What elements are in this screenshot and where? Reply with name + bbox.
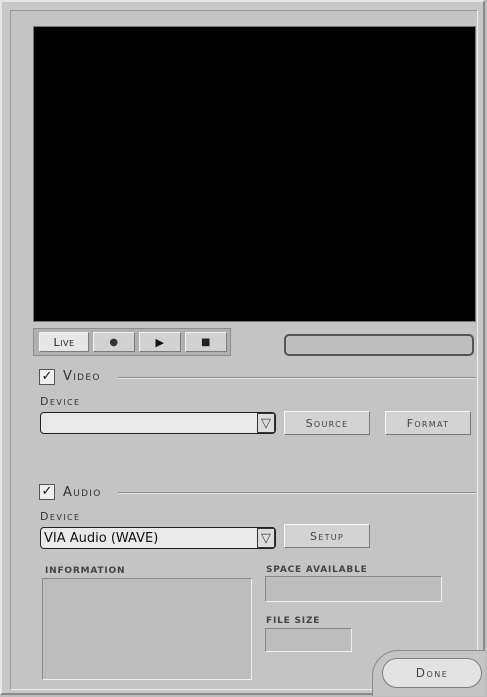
audio-device-value: VIA Audio (WAVE) xyxy=(44,530,159,546)
video-device-dropdown-icon[interactable]: ▽ xyxy=(257,413,275,433)
done-button[interactable]: Done xyxy=(382,658,482,688)
source-button[interactable]: Source xyxy=(284,411,370,435)
stop-button[interactable]: ■ xyxy=(185,332,227,352)
video-device-label: Device xyxy=(40,395,81,408)
information-label: INFORMATION xyxy=(45,566,126,576)
audio-device-label: Device xyxy=(40,510,81,523)
record-icon: ● xyxy=(109,336,119,348)
stop-icon: ■ xyxy=(201,336,211,348)
video-checkbox[interactable]: ✓ xyxy=(39,369,55,385)
play-button[interactable]: ▶ xyxy=(139,332,181,352)
video-section-title: Video xyxy=(63,369,101,384)
space-available-label: SPACE AVAILABLE xyxy=(266,565,368,575)
video-preview xyxy=(33,26,476,322)
audio-section-title: Audio xyxy=(63,485,102,500)
live-button[interactable]: Live xyxy=(39,332,89,352)
video-section-divider xyxy=(118,377,476,379)
transport-bar: Live ● ▶ ■ xyxy=(33,328,231,356)
audio-section-divider xyxy=(118,492,476,494)
setup-button[interactable]: Setup xyxy=(284,524,370,548)
audio-device-select[interactable]: VIA Audio (WAVE) xyxy=(40,527,276,549)
file-size-field xyxy=(265,628,352,652)
record-button[interactable]: ● xyxy=(93,332,135,352)
information-box xyxy=(42,578,252,680)
file-size-label: FILE SIZE xyxy=(266,616,321,626)
space-available-field xyxy=(265,576,442,602)
video-device-select[interactable] xyxy=(40,412,276,434)
audio-device-dropdown-icon[interactable]: ▽ xyxy=(257,528,275,548)
audio-checkbox[interactable]: ✓ xyxy=(39,484,55,500)
play-icon: ▶ xyxy=(155,335,165,349)
format-button[interactable]: Format xyxy=(385,411,471,435)
status-field xyxy=(284,334,474,356)
